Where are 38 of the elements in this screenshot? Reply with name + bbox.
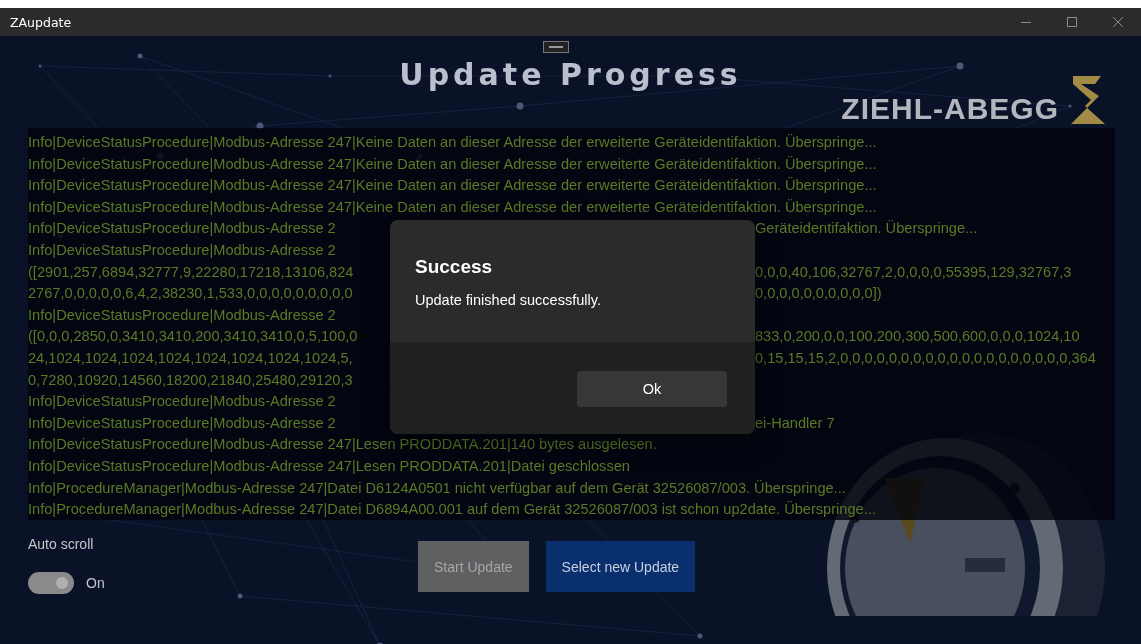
log-line: Info|DeviceStatusProcedure|Modbus-Adresse 247|Lesen PRODDATA.201|140 bytes ausgelesen.	[28, 435, 658, 455]
log-line: Info|DeviceStatusProcedure|Modbus-Adresse 2	[28, 392, 337, 412]
page-title: Update Progress	[399, 57, 742, 94]
toggle-switch[interactable]	[28, 572, 74, 594]
log-line: Info|DeviceStatusProcedure|Modbus-Adresse 2	[28, 413, 337, 433]
log-line: 24,1024,1024,1024,1024,1024,1024,1024,1024,5,	[28, 348, 354, 368]
minimize-icon[interactable]	[1021, 21, 1031, 23]
log-line: 0,7280,10920,14560,18200,21840,25480,29120,3	[28, 370, 354, 390]
log-line: Info|DeviceStatusProcedure|Modbus-Adresse 2	[28, 305, 337, 325]
grip-handle-icon[interactable]	[543, 41, 569, 53]
log-line: 0,15,15,15,2,0,0,0,0,0,0,0,0,0,0,0,0,0,0,0,0,0,0,0,364	[755, 348, 1097, 368]
auto-scroll-label: Auto scroll	[28, 536, 95, 552]
log-line: 833,0,200,0,0,100,200,300,500,600,0,0,0,1024,10	[755, 327, 1081, 347]
log-line: Info|DeviceStatusProcedure|Modbus-Adresse 247|Keine Daten an dieser Adresse der erweiterte Geräteidentifaktion. Überspringe...	[28, 154, 878, 174]
log-line: Info|ProcedureManager|Modbus-Adresse 247|Datei D6124A0501 nicht verfügbar auf dem Gerät 32526087/003. Überspringe...	[28, 478, 847, 498]
log-line: Info|ProcedureManager|Modbus-Adresse 247|Datei D6894A00.001 auf dem Gerät 32526087/003 ist schon up2date. Überspringe...	[28, 500, 877, 520]
log-line: ([2901,257,6894,32777,9,22280,17218,13106,824	[28, 262, 355, 282]
log-line: ei-Handler 7	[755, 413, 836, 433]
log-line: Info|DeviceStatusProcedure|Modbus-Adresse 2	[28, 219, 337, 239]
log-line: 0,0,0,40,106,32767,2,0,0,0,0,55395,129,32767,3	[755, 262, 1073, 282]
brand-logo-text: ZIEHL-ABEGG	[841, 92, 1059, 126]
log-line: Info|DeviceStatusProcedure|Modbus-Adresse 2	[28, 240, 337, 260]
log-line: 2767,0,0,0,0,0,6,4,2,38230,1,533,0,0,0,0,0,0,0,0,0	[28, 284, 354, 304]
close-icon[interactable]	[1113, 17, 1123, 27]
dialog-message: Update finished successfully.	[415, 292, 602, 308]
maximize-icon[interactable]	[1067, 17, 1077, 27]
log-line: Info|DeviceStatusProcedure|Modbus-Adresse 247|Lesen PRODDATA.201|Datei geschlossen	[28, 456, 631, 476]
toggle-state-label: On	[86, 575, 105, 591]
log-line: ([0,0,0,2850,0,3410,3410,200,3410,3410,0,5,100,0	[28, 327, 359, 347]
select-update-button[interactable]: Select new Update	[545, 541, 696, 592]
log-line: 0,0,0,0,0,0,0,0,0,0])	[755, 284, 883, 304]
dialog-title: Success	[415, 256, 494, 278]
ok-button[interactable]: Ok	[577, 371, 727, 407]
log-line: Geräteidentifaktion. Überspringe...	[755, 219, 979, 239]
log-line: Info|DeviceStatusProcedure|Modbus-Adresse 247|Keine Daten an dieser Adresse der erweiterte Geräteidentifaktion. Überspringe...	[28, 133, 878, 152]
window-title: ZAupdate	[10, 14, 73, 30]
log-line: Info|DeviceStatusProcedure|Modbus-Adresse 247|Keine Daten an dieser Adresse der erweiterte Geräteidentifaktion. Überspringe...	[28, 197, 878, 217]
log-line: Info|DeviceStatusProcedure|Modbus-Adresse 247|Keine Daten an dieser Adresse der erweiterte Geräteidentifaktion. Überspringe...	[28, 176, 878, 196]
